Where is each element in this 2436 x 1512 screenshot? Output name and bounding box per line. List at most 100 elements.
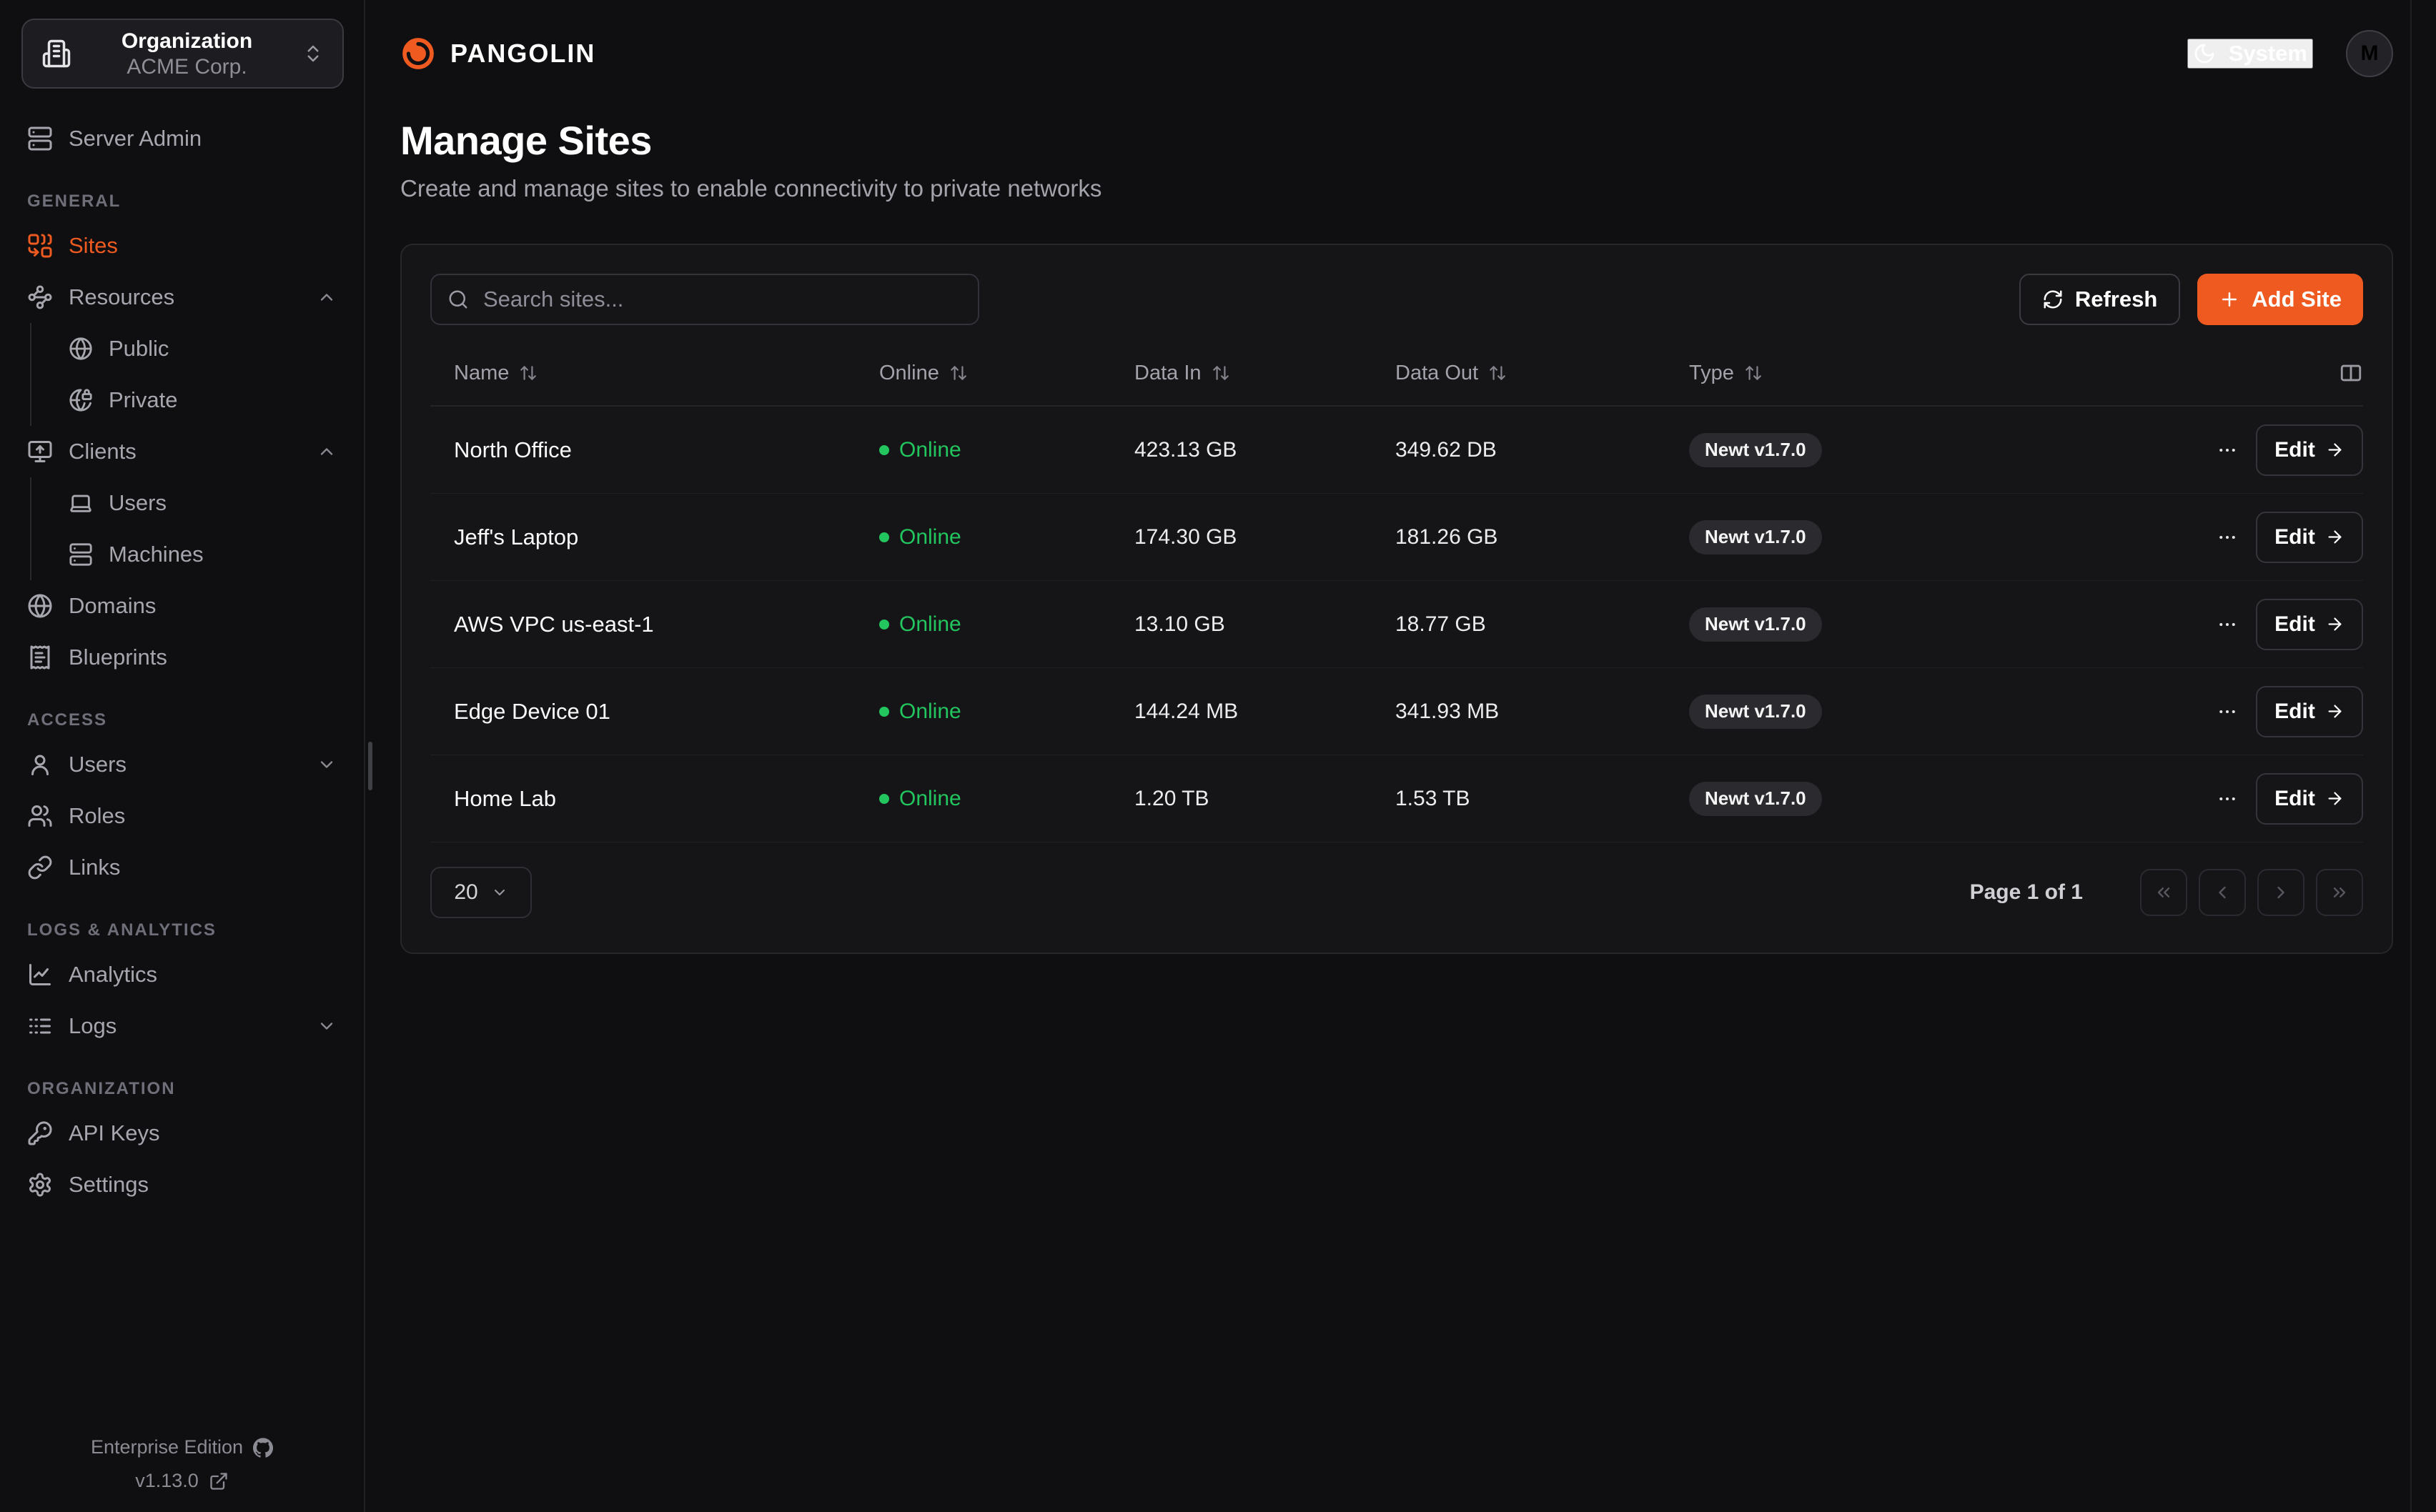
column-header-name[interactable]: Name — [454, 362, 879, 385]
row-actions: Edit — [2212, 424, 2363, 476]
column-label: Online — [879, 362, 939, 385]
sort-icon — [949, 364, 968, 382]
column-label: Data In — [1134, 362, 1202, 385]
data-in-value: 13.10 GB — [1134, 612, 1395, 637]
clients-subtree: Users Machines — [30, 477, 342, 580]
type-badge: Newt v1.7.0 — [1689, 695, 1822, 729]
sidebar-item-machines[interactable]: Machines — [63, 529, 342, 580]
online-dot-icon — [879, 445, 889, 455]
brand-name: PANGOLIN — [450, 39, 595, 69]
version-row[interactable]: v1.13.0 — [135, 1470, 229, 1492]
status-badge: Online — [879, 787, 1134, 811]
status-badge: Online — [879, 525, 1134, 549]
sidebar-item-label: Users — [109, 490, 167, 516]
globe-lock-icon — [69, 388, 93, 412]
row-menu-icon[interactable] — [2212, 434, 2243, 466]
column-label: Type — [1689, 362, 1734, 385]
edition-row[interactable]: Enterprise Edition — [91, 1436, 273, 1458]
sidebar-item-resources[interactable]: Resources — [21, 272, 342, 323]
type-badge: Newt v1.7.0 — [1689, 433, 1822, 467]
row-menu-icon[interactable] — [2212, 696, 2243, 727]
theme-toggle[interactable]: System — [2187, 39, 2313, 69]
sidebar-item-links[interactable]: Links — [21, 842, 342, 893]
link-icon — [27, 855, 53, 880]
data-out-value: 181.26 GB — [1395, 525, 1689, 549]
sort-icon — [1488, 364, 1507, 382]
table-toolbar: Refresh Add Site — [430, 274, 2363, 325]
sort-icon — [519, 364, 538, 382]
search-box — [430, 274, 979, 325]
sidebar-item-clients-users[interactable]: Users — [63, 477, 342, 529]
sidebar-item-access-users[interactable]: Users — [21, 739, 342, 790]
row-actions: Edit — [2212, 773, 2363, 825]
page-size-select[interactable]: 20 — [430, 867, 532, 918]
data-in-value: 144.24 MB — [1134, 700, 1395, 724]
row-actions: Edit — [2212, 599, 2363, 650]
column-header-online[interactable]: Online — [879, 362, 1134, 385]
type-badge: Newt v1.7.0 — [1689, 782, 1822, 816]
sidebar-item-logs[interactable]: Logs — [21, 1000, 342, 1052]
row-menu-icon[interactable] — [2212, 522, 2243, 553]
sidebar-item-label: API Keys — [69, 1120, 160, 1146]
sidebar-item-label: Blueprints — [69, 645, 167, 670]
edit-button[interactable]: Edit — [2256, 599, 2363, 650]
sidebar-item-private[interactable]: Private — [63, 374, 342, 426]
edit-button[interactable]: Edit — [2256, 512, 2363, 563]
gear-icon — [27, 1172, 53, 1198]
edit-button[interactable]: Edit — [2256, 424, 2363, 476]
data-out-value: 1.53 TB — [1395, 787, 1689, 811]
page-title: Manage Sites — [400, 117, 2393, 164]
search-input[interactable] — [430, 274, 979, 325]
row-menu-icon[interactable] — [2212, 609, 2243, 640]
sort-icon — [1212, 364, 1230, 382]
sidebar-item-label: Resources — [69, 284, 174, 310]
sidebar-item-roles[interactable]: Roles — [21, 790, 342, 842]
edit-button[interactable]: Edit — [2256, 686, 2363, 737]
edition-label: Enterprise Edition — [91, 1436, 243, 1458]
pagination: 20 Page 1 of 1 — [430, 867, 2363, 918]
logs-icon — [27, 1013, 53, 1039]
column-header-data-in[interactable]: Data In — [1134, 362, 1395, 385]
server-icon — [69, 542, 93, 567]
arrow-right-icon — [2325, 527, 2345, 547]
prev-page-button[interactable] — [2199, 869, 2246, 916]
sidebar-item-analytics[interactable]: Analytics — [21, 949, 342, 1000]
sidebar-item-clients[interactable]: Clients — [21, 426, 342, 477]
row-menu-icon[interactable] — [2212, 783, 2243, 815]
data-out-value: 18.77 GB — [1395, 612, 1689, 637]
refresh-button[interactable]: Refresh — [2019, 274, 2180, 325]
avatar[interactable]: M — [2346, 30, 2393, 77]
add-site-button[interactable]: Add Site — [2197, 274, 2363, 325]
sidebar-item-label: Roles — [69, 803, 125, 829]
chevron-down-icon — [317, 755, 337, 775]
columns-toggle-icon[interactable] — [2339, 361, 2363, 385]
refresh-label: Refresh — [2075, 287, 2157, 312]
edit-button[interactable]: Edit — [2256, 773, 2363, 825]
online-dot-icon — [879, 532, 889, 542]
chevron-up-icon — [317, 442, 337, 462]
sidebar-item-server-admin[interactable]: Server Admin — [21, 113, 342, 164]
plus-icon — [2219, 289, 2240, 310]
sidebar-scrollbar-thumb[interactable] — [368, 742, 372, 790]
sidebar-item-sites[interactable]: Sites — [21, 220, 342, 272]
online-dot-icon — [879, 620, 889, 630]
sidebar-item-public[interactable]: Public — [63, 323, 342, 374]
sidebar-footer: Enterprise Edition v1.13.0 — [0, 1436, 364, 1492]
receipt-icon — [27, 645, 53, 670]
last-page-button[interactable] — [2316, 869, 2363, 916]
first-page-button[interactable] — [2140, 869, 2187, 916]
section-label-logs-analytics: LOGS & ANALYTICS — [27, 920, 337, 940]
sidebar-item-domains[interactable]: Domains — [21, 580, 342, 632]
site-name: Edge Device 01 — [454, 699, 879, 725]
chevron-down-icon — [491, 884, 508, 901]
next-page-button[interactable] — [2257, 869, 2304, 916]
sidebar-item-label: Settings — [69, 1172, 149, 1198]
column-header-data-out[interactable]: Data Out — [1395, 362, 1689, 385]
sidebar-item-blueprints[interactable]: Blueprints — [21, 632, 342, 683]
sidebar-item-api-keys[interactable]: API Keys — [21, 1108, 342, 1159]
column-header-type[interactable]: Type — [1689, 362, 2339, 385]
sidebar-item-label: Machines — [109, 542, 204, 567]
sidebar-item-settings[interactable]: Settings — [21, 1159, 342, 1210]
org-switcher[interactable]: Organization ACME Corp. — [21, 19, 344, 89]
site-name: North Office — [454, 437, 879, 463]
